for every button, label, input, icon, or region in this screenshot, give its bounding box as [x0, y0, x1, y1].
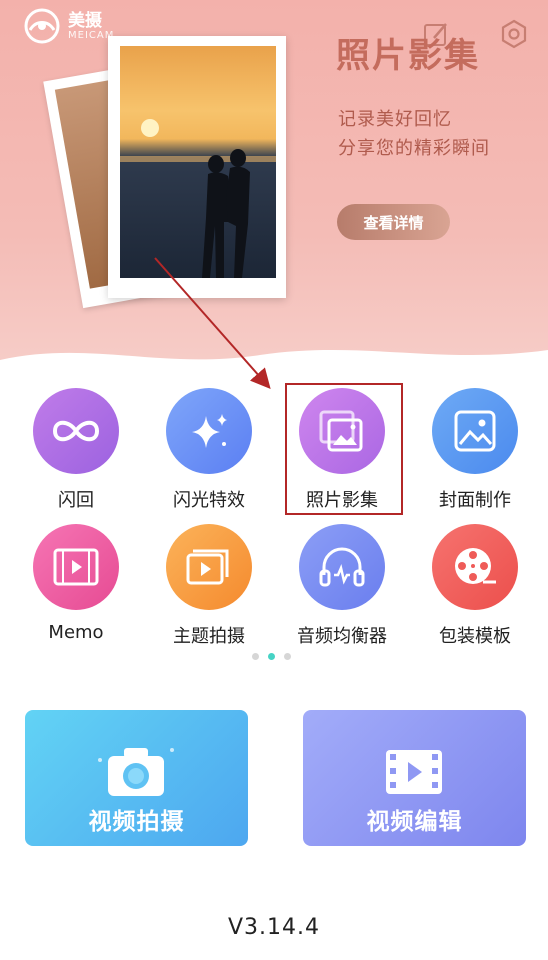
infinity-icon: [33, 388, 119, 474]
video-shoot-card[interactable]: 视频拍摄: [25, 710, 248, 846]
feature-label: 包装模板: [439, 626, 511, 647]
video-shoot-label: 视频拍摄: [88, 809, 185, 835]
image-icon: [432, 388, 518, 474]
feature-label: Memo: [48, 622, 104, 643]
feature-audio-equalizer[interactable]: 音频均衡器: [277, 524, 407, 649]
video-edit-card[interactable]: 视频编辑: [303, 710, 526, 846]
sparkle-icon: [166, 388, 252, 474]
feature-label: 封面制作: [439, 490, 511, 511]
feature-cover-maker[interactable]: 封面制作: [410, 388, 540, 513]
film-reel-icon: [432, 524, 518, 610]
feature-theme-shoot[interactable]: 主题拍摄: [144, 524, 274, 649]
page-indicator: [252, 653, 291, 660]
video-edit-label: 视频编辑: [366, 809, 463, 835]
page-dot: [252, 653, 259, 660]
version-text: V3.14.4: [227, 915, 321, 940]
film-icon: [33, 524, 119, 610]
feature-memo[interactable]: Memo: [11, 524, 141, 649]
feature-flashback[interactable]: 闪回: [11, 388, 141, 513]
page-dot: [284, 653, 291, 660]
feature-packaging-templates[interactable]: 包装模板: [410, 524, 540, 649]
feature-label: 闪回: [58, 490, 94, 511]
video-play-icon: [166, 524, 252, 610]
headphones-icon: [299, 524, 385, 610]
feature-label: 音频均衡器: [297, 626, 387, 647]
video-edit-icon: [386, 750, 442, 794]
feature-label: 主题拍摄: [173, 626, 245, 647]
camera-icon: [98, 748, 174, 796]
feature-flash-effects[interactable]: 闪光特效: [144, 388, 274, 513]
highlight-box: [285, 383, 403, 515]
page-dot-active: [268, 653, 275, 660]
feature-label: 闪光特效: [173, 490, 245, 511]
